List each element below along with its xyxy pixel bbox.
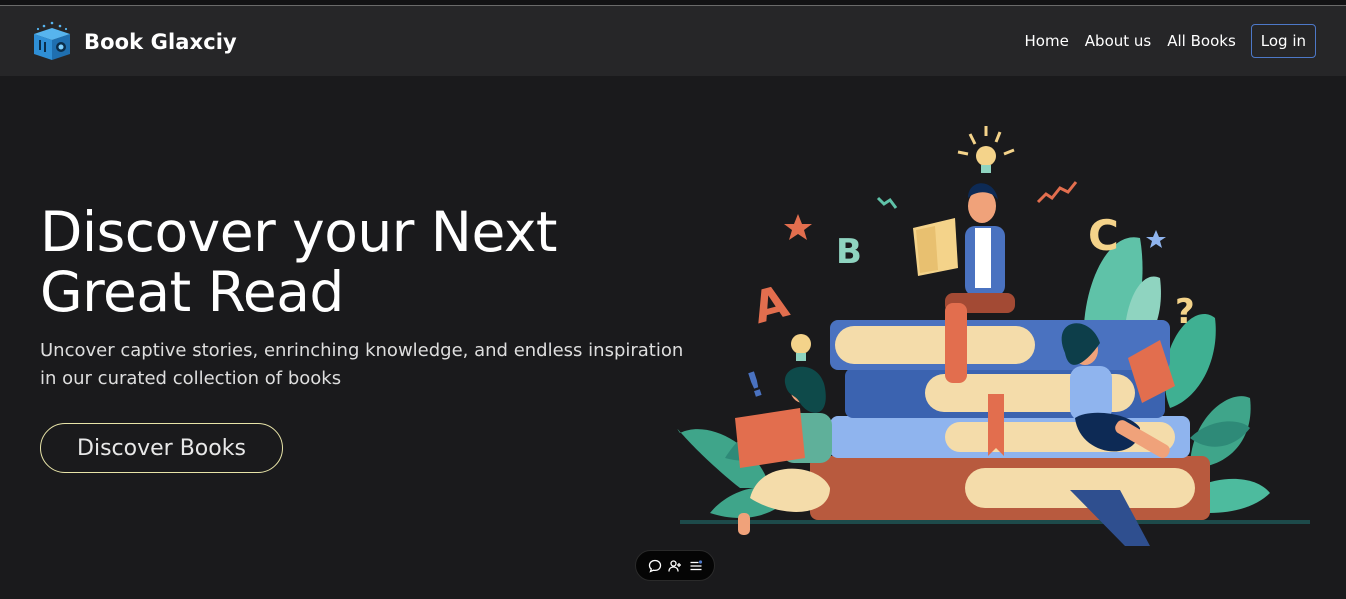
book-logo-icon	[34, 21, 70, 60]
comment-icon[interactable]	[647, 558, 663, 574]
hero-title: Discover your Next Great Read	[40, 202, 680, 322]
hero-subtitle: Uncover captive stories, enrinching know…	[40, 337, 690, 393]
nav-link-home[interactable]: Home	[1025, 24, 1069, 58]
hero-subtitle-line-2: in our curated collection of books	[40, 368, 342, 389]
svg-text:B: B	[836, 232, 862, 272]
svg-text:A: A	[748, 276, 794, 334]
svg-text:C: C	[1088, 211, 1119, 260]
hero-title-line-1: Discover your Next	[40, 200, 557, 264]
brand-name: Book Glaxciy	[84, 30, 237, 54]
discover-books-button[interactable]: Discover Books	[40, 423, 283, 473]
navbar: Book Glaxciy Home About us All Books Log…	[0, 6, 1346, 76]
nav-link-about-us[interactable]: About us	[1085, 24, 1151, 58]
nav-links: Home About us All Books Log in	[1009, 24, 1316, 58]
brand[interactable]: Book Glaxciy	[30, 20, 237, 64]
hero-subtitle-line-1: Uncover captive stories, enrinching know…	[40, 340, 684, 361]
svg-text:!: !	[742, 364, 769, 407]
list-settings-icon[interactable]	[688, 558, 704, 574]
hero-title-line-2: Great Read	[40, 260, 344, 324]
login-button[interactable]: Log in	[1250, 24, 1316, 58]
reading-people-illustration: A B C ? !	[677, 126, 1310, 546]
floating-toolbar	[635, 550, 715, 581]
add-user-icon[interactable]	[667, 558, 683, 574]
svg-text:?: ?	[1175, 292, 1195, 332]
nav-link-all-books[interactable]: All Books	[1167, 24, 1236, 58]
